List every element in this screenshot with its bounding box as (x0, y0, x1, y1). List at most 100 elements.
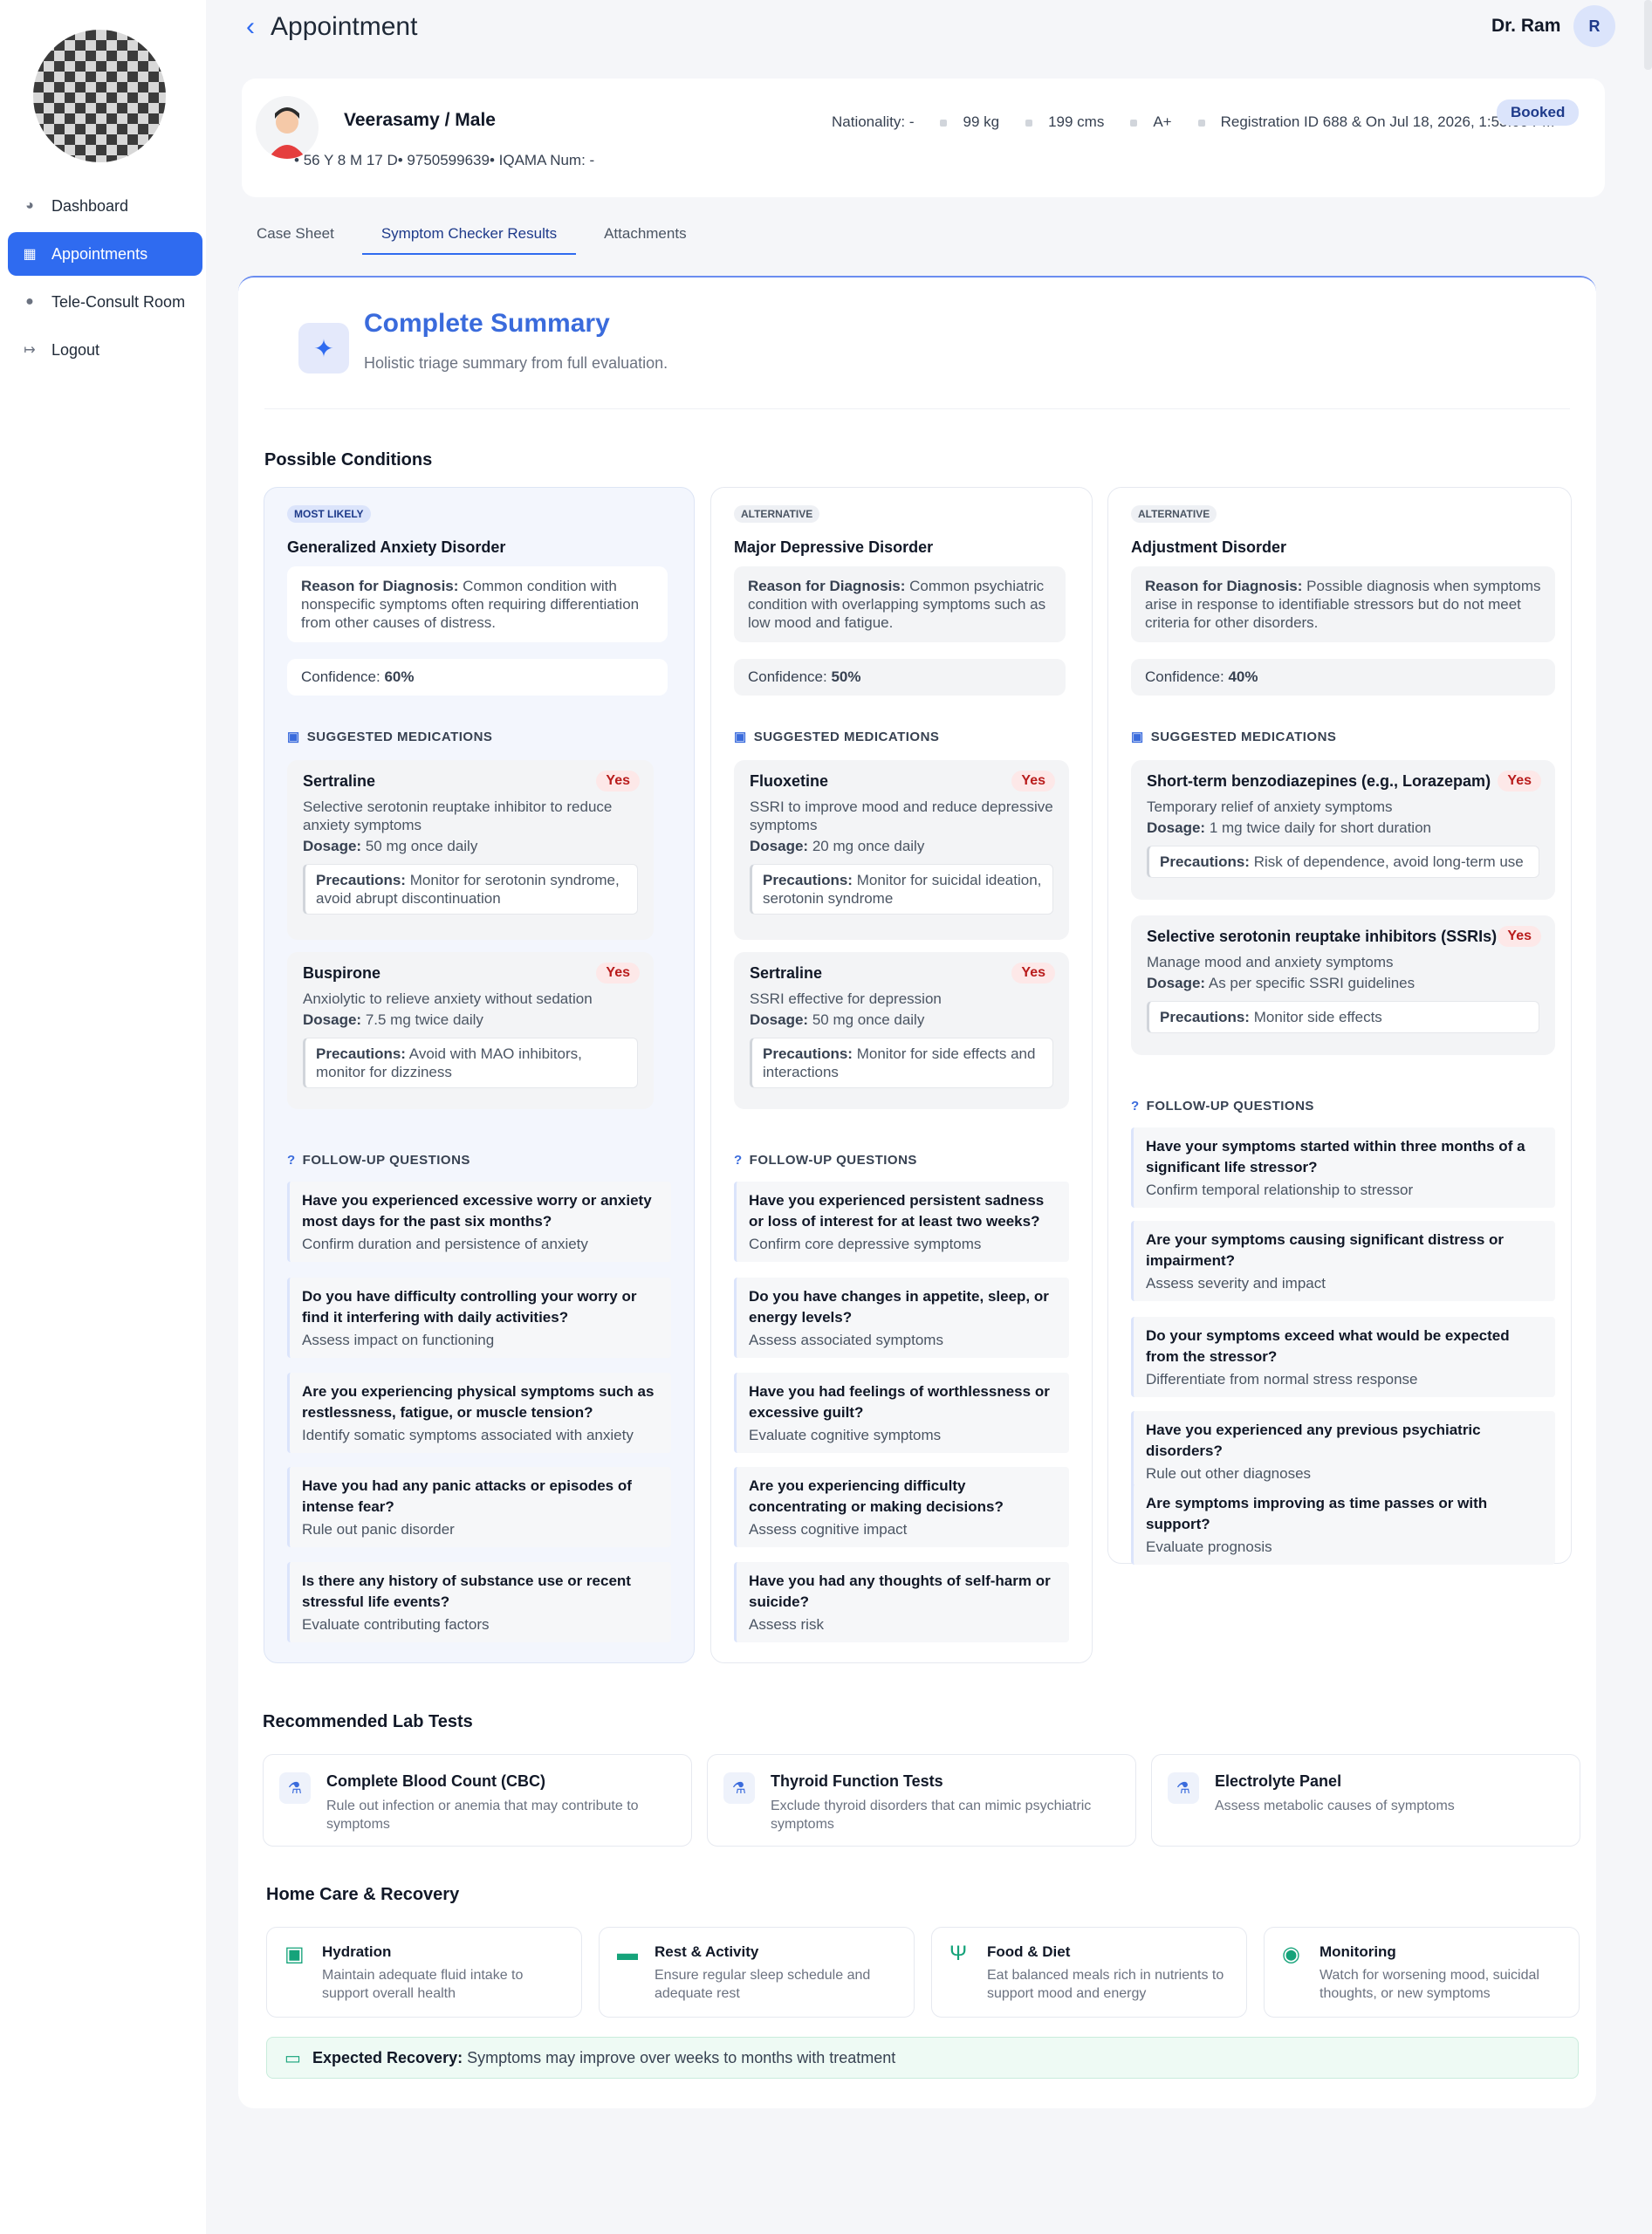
confidence: Confidence: 60% (287, 659, 668, 696)
suggested-meds-label: ▣ SUGGESTED MEDICATIONS (287, 729, 492, 745)
followup-question: Do you have difficulty controlling your … (287, 1278, 671, 1358)
medication-card: Yes Sertraline SSRI effective for depres… (734, 952, 1069, 1109)
followup-question: Have you had any panic attacks or episod… (287, 1467, 671, 1547)
dosage-label: Dosage: (1147, 975, 1206, 991)
precautions-label: Precautions: (316, 872, 406, 888)
med-dosage: Dosage: 1 mg twice daily for short durat… (1147, 819, 1539, 837)
lab-test-name: Thyroid Function Tests (771, 1772, 943, 1790)
med-dosage: Dosage: 50 mg once daily (303, 838, 638, 855)
dosage-value: 20 mg once daily (812, 838, 925, 854)
condition-name: Major Depressive Disorder (734, 538, 934, 556)
patient-meta-text: 56 Y 8 M 17 D• 9750599639• IQAMA Num: - (303, 152, 595, 168)
yes-badge: Yes (596, 963, 640, 983)
precautions: Precautions: Monitor side effects (1147, 1001, 1539, 1033)
med-desc: SSRI effective for depression (750, 990, 942, 1007)
question-purpose: Differentiate from normal stress respons… (1146, 1371, 1418, 1388)
med-name: Fluoxetine (750, 772, 829, 790)
doctor-avatar[interactable]: R (1573, 5, 1615, 47)
question-text: Have you had any panic attacks or episod… (302, 1477, 632, 1515)
weight-value: 99 kg (963, 113, 1000, 130)
home-care-title: Monitoring (1320, 1943, 1396, 1960)
label-text: SUGGESTED MEDICATIONS (1150, 729, 1337, 744)
microscope-icon: ⚗ (723, 1772, 755, 1804)
med-name: Sertraline (750, 964, 823, 982)
question-purpose: Assess cognitive impact (749, 1521, 908, 1538)
confidence-value: 60% (384, 668, 415, 685)
precautions: Precautions: Monitor for side effects an… (750, 1038, 1053, 1088)
user-video-icon: ● (25, 294, 34, 309)
lab-test-name: Complete Blood Count (CBC) (326, 1772, 545, 1790)
calendar-icon: ▦ (23, 247, 37, 262)
yes-badge: Yes (1011, 771, 1055, 791)
dosage-value: 50 mg once daily (365, 838, 478, 854)
question-purpose: Identify somatic symptoms associated wit… (302, 1427, 634, 1443)
question-text: Are your symptoms causing significant di… (1146, 1231, 1505, 1269)
yes-badge: Yes (596, 771, 640, 791)
confidence-label: Confidence: (1145, 668, 1224, 685)
status-badge: Booked (1497, 99, 1580, 126)
home-care-desc: Eat balanced meals rich in nutrients to … (987, 1968, 1224, 2001)
precautions-label: Precautions: (316, 1045, 406, 1062)
question-text: Do you have difficulty controlling your … (302, 1288, 637, 1326)
condition-card: MOST LIKELY Generalized Anxiety Disorder… (264, 487, 695, 1663)
sidebar-item-tele-consult[interactable]: ● Tele-Consult Room (8, 280, 202, 324)
diagnosis-reason: Reason for Diagnosis: Common psychiatric… (734, 566, 1066, 642)
question-text: Do your symptoms exceed what would be ex… (1146, 1327, 1510, 1365)
back-chevron-icon[interactable]: ‹ (246, 12, 255, 42)
followup-question: Have you experienced excessive worry or … (287, 1182, 671, 1262)
home-care-desc: Ensure regular sleep schedule and adequa… (655, 1968, 871, 2001)
condition-badge: MOST LIKELY (287, 505, 371, 523)
tab-case-sheet[interactable]: Case Sheet (257, 225, 334, 255)
tab-attachments[interactable]: Attachments (604, 225, 687, 255)
patient-avatar (256, 96, 319, 159)
question-text: Have you had any thoughts of self-harm o… (749, 1573, 1051, 1610)
patient-info-row: Nationality: - 99 kg 199 cms A+ Registra… (832, 113, 1554, 131)
section-title: Recommended Lab Tests (263, 1712, 473, 1731)
microscope-icon: ⚗ (1168, 1772, 1199, 1804)
med-desc: Selective serotonin reuptake inhibitor t… (303, 798, 613, 833)
question-circle-icon: ? (287, 1153, 296, 1168)
condition-card: ALTERNATIVE Major Depressive Disorder Re… (710, 487, 1093, 1663)
followup-question: Are you experiencing difficulty concentr… (734, 1467, 1069, 1547)
home-care-card: ▣ Hydration Maintain adequate fluid inta… (266, 1927, 582, 2018)
sidebar-item-label: Dashboard (51, 196, 129, 215)
yes-badge: Yes (1011, 963, 1055, 983)
question-text: Have you experienced persistent sadness … (749, 1192, 1045, 1230)
condition-badge: ALTERNATIVE (1131, 505, 1217, 523)
sidebar-item-label: Tele-Consult Room (51, 292, 186, 311)
sidebar-item-logout[interactable]: ↦ Logout (8, 328, 202, 372)
question-purpose: Confirm temporal relationship to stresso… (1146, 1182, 1414, 1198)
doctor-name: Dr. Ram (1491, 16, 1561, 36)
clinic-logo (33, 30, 166, 162)
patient-card: Veerasamy / Male • 56 Y 8 M 17 D• 975059… (242, 79, 1605, 197)
sidebar-item-dashboard[interactable]: ◕ Dashboard (8, 184, 202, 228)
tab-symptom-checker[interactable]: Symptom Checker Results (361, 225, 577, 255)
scrollbar[interactable] (1644, 0, 1652, 70)
summary-panel: ✦ Complete Summary Holistic triage summa… (238, 276, 1596, 2108)
section-title: Home Care & Recovery (266, 1885, 460, 1904)
lab-test-card: ⚗ Complete Blood Count (CBC) Rule out in… (263, 1754, 692, 1847)
medication-card: Yes Selective serotonin reuptake inhibit… (1131, 915, 1555, 1055)
medication-icon: ▣ (287, 730, 300, 744)
cup-icon: ▣ (284, 1943, 305, 1966)
question-purpose: Confirm duration and persistence of anxi… (302, 1236, 588, 1252)
precautions: Precautions: Risk of dependence, avoid l… (1147, 846, 1539, 878)
precautions: Precautions: Monitor for serotonin syndr… (303, 864, 638, 915)
confidence: Confidence: 50% (734, 659, 1066, 696)
precautions: Precautions: Monitor for suicidal ideati… (750, 864, 1053, 915)
question-text: Are you experiencing difficulty concentr… (749, 1477, 1004, 1515)
followup-question: Do your symptoms exceed what would be ex… (1131, 1317, 1555, 1397)
label-text: FOLLOW-UP QUESTIONS (749, 1153, 917, 1168)
lab-test-desc: Rule out infection or anemia that may co… (326, 1799, 639, 1832)
question-purpose: Rule out panic disorder (302, 1521, 455, 1538)
suggested-meds-label: ▣ SUGGESTED MEDICATIONS (734, 729, 939, 745)
bed-icon: ▬ (617, 1942, 638, 1965)
followup-question: Are you experiencing physical symptoms s… (287, 1373, 671, 1453)
lab-test-desc: Assess metabolic causes of symptoms (1215, 1799, 1455, 1813)
blood-group: A+ (1130, 113, 1172, 131)
followup-question: Are symptoms improving as time passes or… (1131, 1484, 1555, 1565)
med-desc: SSRI to improve mood and reduce depressi… (750, 798, 1053, 833)
sidebar-item-appointments[interactable]: ▦ Appointments (8, 232, 202, 276)
precautions: Precautions: Avoid with MAO inhibitors, … (303, 1038, 638, 1088)
expected-recovery: ▭ Expected Recovery: Symptoms may improv… (266, 2037, 1579, 2079)
